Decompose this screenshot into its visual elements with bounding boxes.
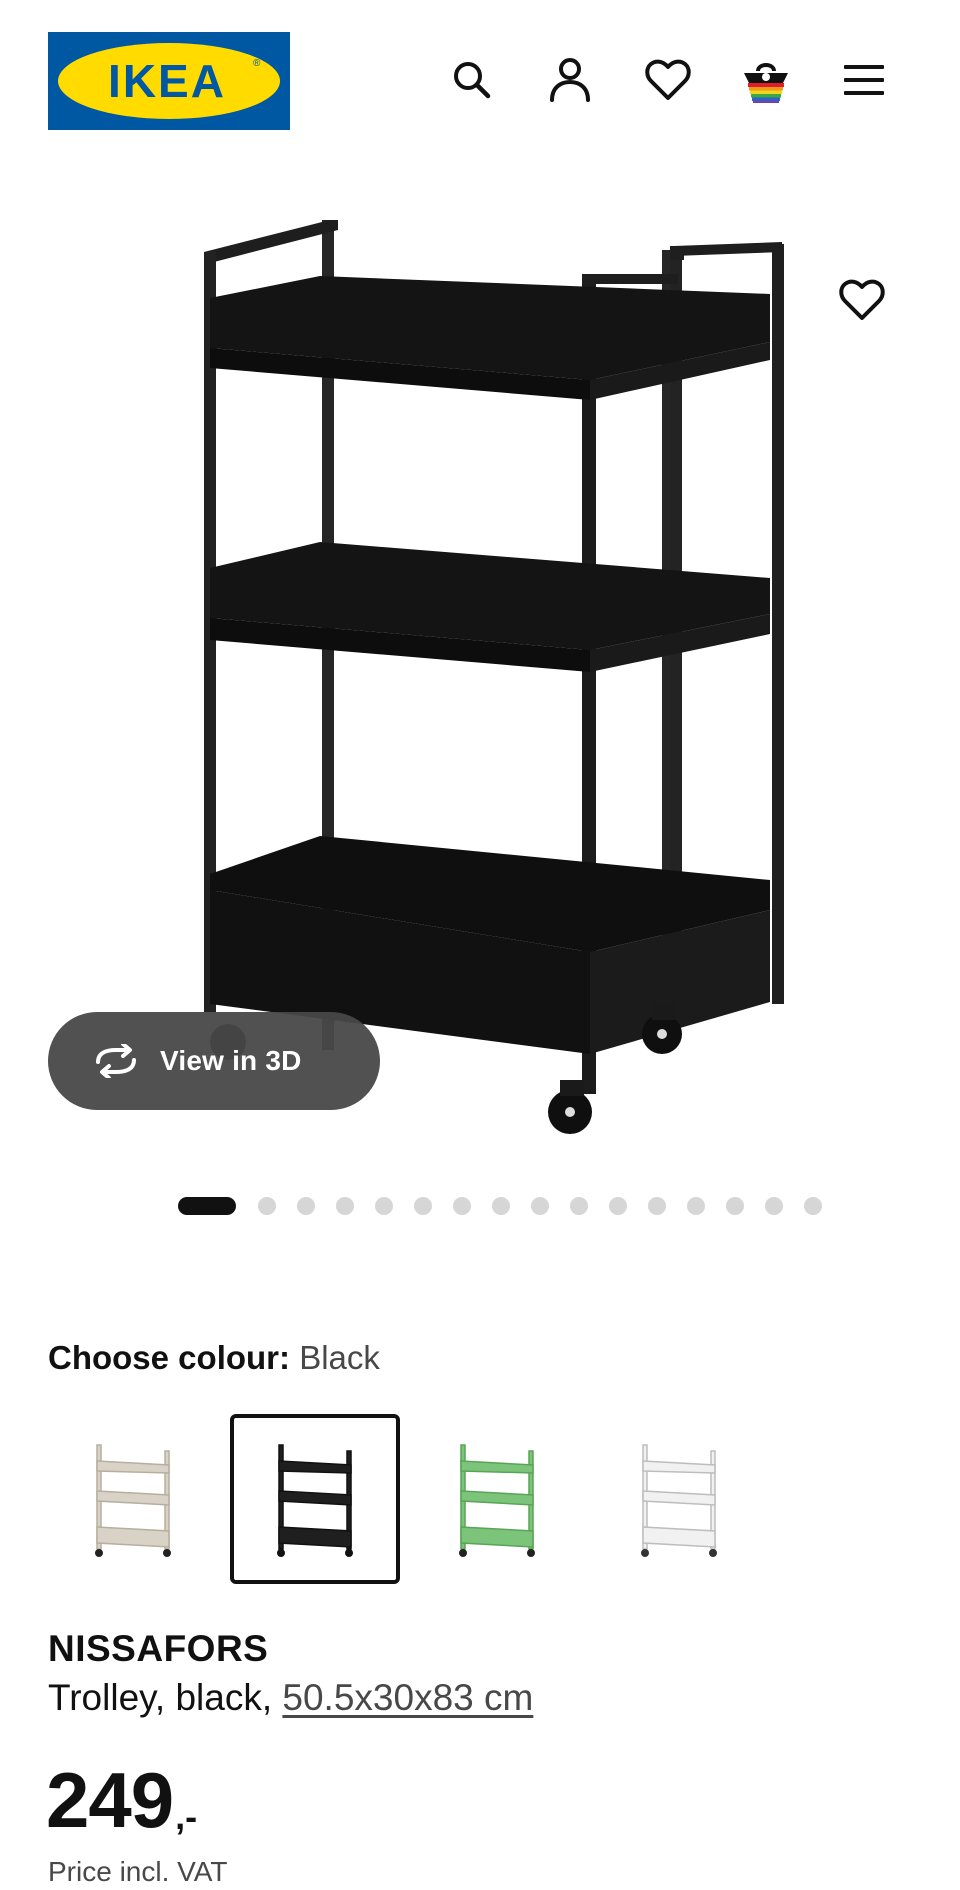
colour-option-black[interactable] — [230, 1414, 400, 1584]
search-icon — [454, 62, 491, 99]
trolley-thumbnail-beige — [95, 1444, 171, 1557]
product-description: Trolley, black, 50.5x30x83 cm — [48, 1674, 533, 1722]
site-header: IKEA ® — [0, 0, 960, 160]
colour-option-green[interactable] — [412, 1414, 582, 1584]
favourites-button[interactable] — [640, 52, 696, 108]
carousel-dot[interactable] — [687, 1197, 705, 1215]
view-in-3d-button[interactable]: View in 3D — [48, 1012, 380, 1110]
search-button[interactable] — [444, 52, 500, 108]
carousel-dot[interactable] — [453, 1197, 471, 1215]
view-in-3d-label: View in 3D — [160, 1045, 302, 1076]
trolley-thumbnail-black — [277, 1444, 353, 1557]
carousel-dot[interactable] — [804, 1197, 822, 1215]
colour-label: Choose colour: — [48, 1339, 291, 1376]
carousel-dot[interactable] — [297, 1197, 315, 1215]
price-integer: 249 — [46, 1756, 174, 1844]
carousel-dot[interactable] — [570, 1197, 588, 1215]
product-description-text: Trolley, black, — [48, 1677, 283, 1718]
price-suffix: ,- — [175, 1796, 198, 1837]
image-carousel-indicator — [178, 1196, 843, 1216]
trolley-thumbnail-green — [459, 1444, 535, 1557]
carousel-dot[interactable] — [375, 1197, 393, 1215]
carousel-dot[interactable] — [648, 1197, 666, 1215]
basket-icon — [744, 63, 788, 103]
account-icon — [550, 58, 590, 102]
carousel-dot[interactable] — [765, 1197, 783, 1215]
product-image[interactable] — [170, 190, 810, 1150]
svg-text:®: ® — [253, 58, 261, 69]
product-gallery[interactable]: View in 3D — [0, 190, 960, 1170]
carousel-dot[interactable] — [336, 1197, 354, 1215]
colour-option-white[interactable] — [594, 1414, 764, 1584]
carousel-dot[interactable] — [258, 1197, 276, 1215]
carousel-dot[interactable] — [414, 1197, 432, 1215]
carousel-dot[interactable] — [726, 1197, 744, 1215]
vat-note: Price incl. VAT — [48, 1856, 228, 1887]
carousel-dot[interactable] — [609, 1197, 627, 1215]
colour-swatches — [48, 1414, 776, 1586]
carousel-dot[interactable] — [531, 1197, 549, 1215]
colour-option-beige[interactable] — [48, 1414, 218, 1584]
rotate-3d-icon — [96, 1044, 136, 1078]
account-button[interactable] — [542, 52, 598, 108]
trolley-thumbnail-white — [641, 1444, 717, 1557]
colour-chooser-heading: Choose colour: Black — [48, 1336, 380, 1380]
menu-icon — [844, 65, 884, 95]
carousel-dot-active[interactable] — [178, 1197, 236, 1215]
menu-button[interactable] — [836, 52, 892, 108]
carousel-dot[interactable] — [492, 1197, 510, 1215]
logo-text: IKEA — [108, 55, 226, 107]
add-to-favourites-button[interactable] — [834, 272, 890, 328]
product-dimensions-link[interactable]: 50.5x30x83 cm — [282, 1677, 533, 1718]
basket-button[interactable] — [738, 52, 794, 108]
selected-colour: Black — [299, 1339, 380, 1376]
heart-icon — [839, 279, 885, 320]
product-name: NISSAFORS — [48, 1628, 269, 1669]
ikea-logo[interactable]: IKEA ® — [48, 32, 290, 130]
product-price: 249 ,- — [46, 1760, 197, 1840]
heart-icon — [645, 59, 691, 100]
